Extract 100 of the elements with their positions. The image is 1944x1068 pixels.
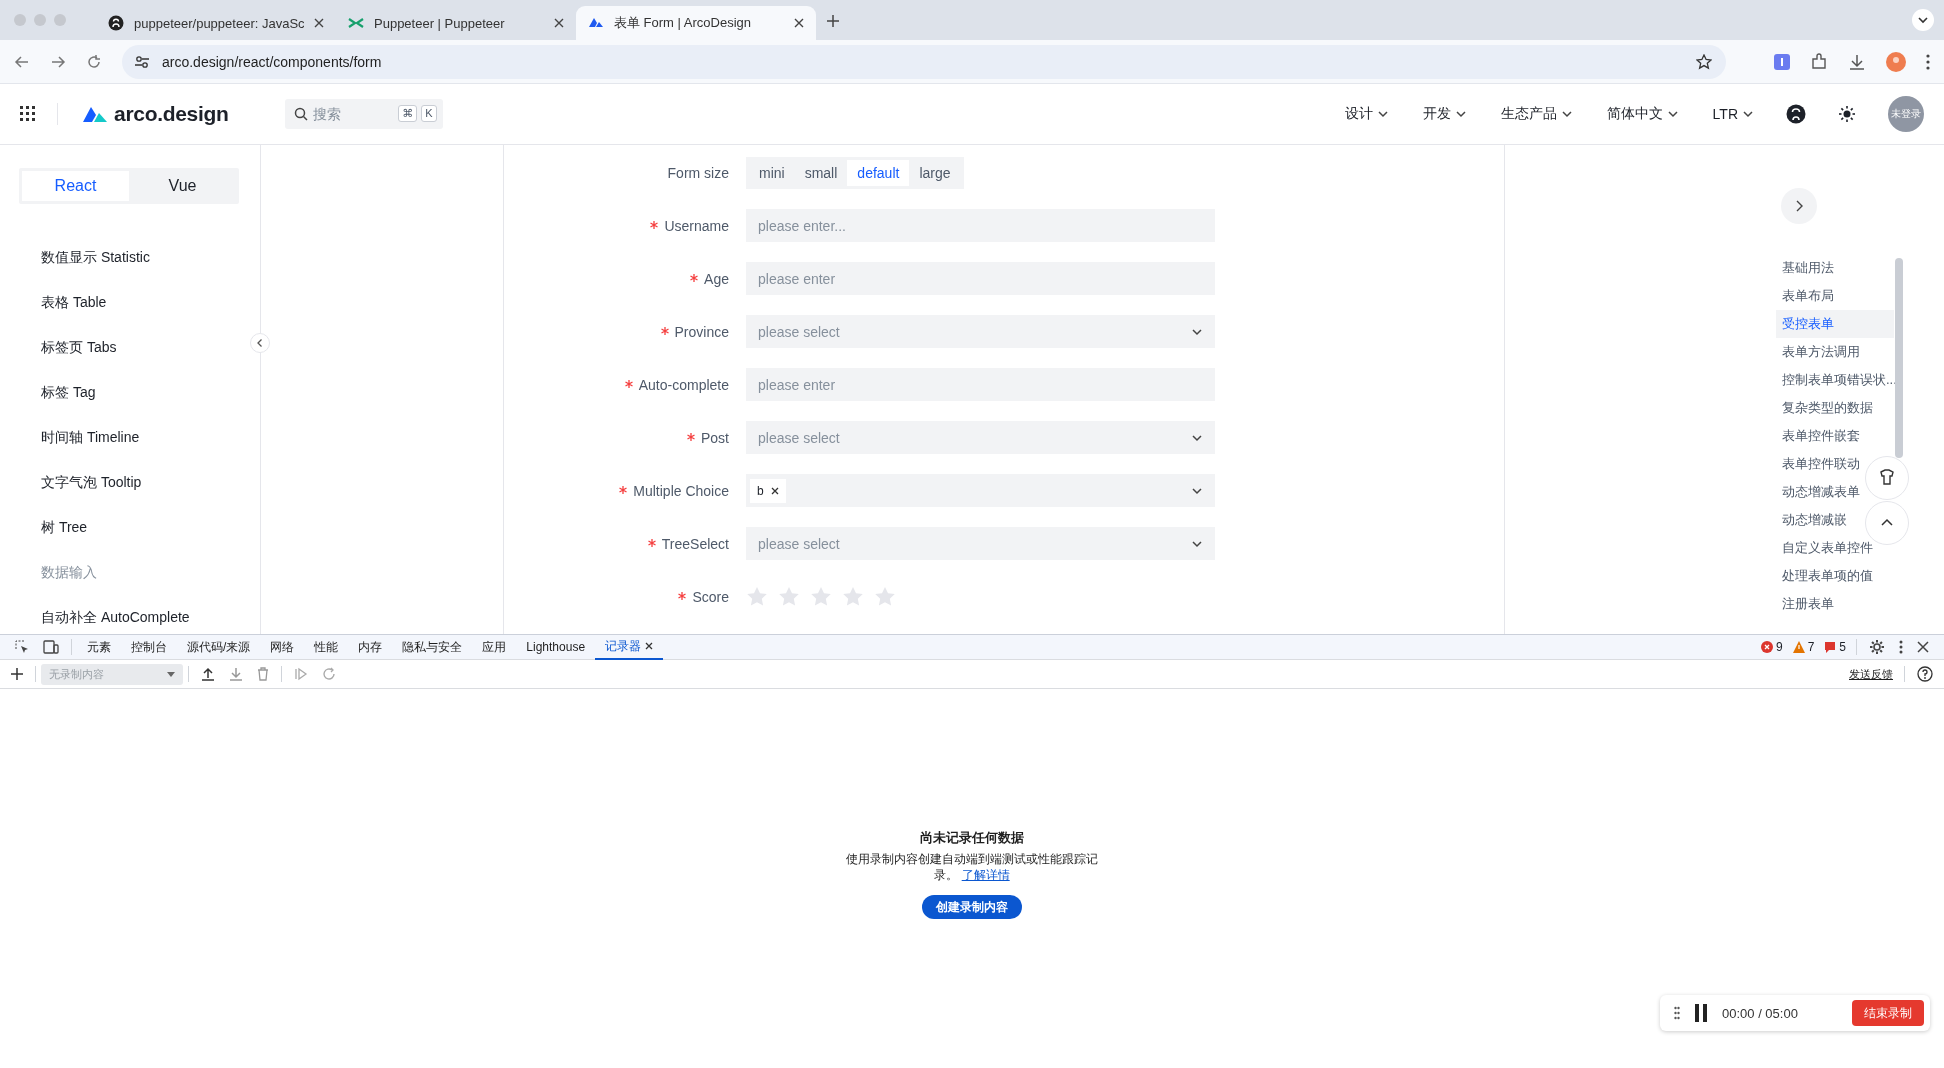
count-badge[interactable]: 5 (1824, 640, 1846, 654)
tune-icon (134, 53, 150, 70)
toc-link[interactable]: 复杂类型的数据 (1776, 394, 1873, 422)
framework-tab[interactable]: Vue (129, 171, 236, 201)
pause-icon[interactable] (1694, 1004, 1708, 1022)
toc-link[interactable]: 动态增减嵌 (1776, 506, 1847, 534)
browser-tab[interactable]: puppeteer/puppeteer: JavaSc (96, 6, 336, 40)
devtools-tab[interactable]: Lighthouse (516, 634, 596, 660)
delete-icon[interactable] (257, 667, 269, 681)
toc-link[interactable]: 表单控件联动 (1776, 450, 1860, 478)
toc-link[interactable]: 表单控件嵌套 (1776, 422, 1860, 450)
devtools-tab[interactable]: 源代码/来源 (177, 634, 261, 660)
scrollbar-thumb[interactable] (1895, 258, 1903, 458)
star-icon[interactable] (1696, 53, 1712, 70)
multi-select-field[interactable]: b (746, 474, 1215, 507)
address-field[interactable]: arco.design/react/components/form (122, 44, 1726, 79)
sidebar-item[interactable]: 树 Tree (19, 505, 260, 550)
sidebar-item[interactable]: 表格 Table (19, 280, 260, 325)
devtools-tab[interactable]: 记录器 (595, 634, 664, 660)
form-label: Form size (666, 164, 730, 181)
devtools-tab[interactable]: 元素 (77, 634, 121, 660)
nav-menu-button[interactable]: 生态产品 (1500, 105, 1573, 123)
stop-recording-button[interactable]: 结束录制 (1852, 1000, 1924, 1026)
chevron-down-icon[interactable] (1912, 9, 1934, 31)
sidebar-item[interactable]: 时间轴 Timeline (19, 415, 260, 460)
devtools-tab[interactable]: 性能 (304, 634, 349, 660)
sun-icon[interactable] (1838, 105, 1856, 123)
nav-menu-button[interactable]: 开发 (1422, 105, 1467, 123)
browser-tab[interactable]: Puppeteer | Puppeteer (336, 6, 576, 40)
size-option[interactable]: large (909, 159, 961, 186)
download-icon[interactable] (1848, 52, 1866, 71)
close-icon (770, 486, 779, 495)
grid-menu-icon[interactable] (20, 105, 37, 123)
github-icon[interactable] (1786, 104, 1806, 124)
toc-link[interactable]: 表单布局 (1776, 282, 1834, 310)
star-icon (810, 585, 832, 608)
text-input[interactable]: please enter (746, 368, 1215, 401)
shirt-icon[interactable] (1865, 456, 1909, 500)
form-label: Auto-complete (638, 376, 729, 393)
framework-tab[interactable]: React (22, 171, 129, 201)
toc-link[interactable]: 控制表单项错误状... (1776, 366, 1897, 394)
toc-link[interactable]: 自定义表单控件 (1776, 534, 1873, 562)
nav-menu-button[interactable]: 简体中文 (1606, 105, 1679, 123)
toc-link[interactable]: 动态增减表单 (1776, 478, 1860, 506)
extension-badge-icon[interactable] (1774, 53, 1790, 70)
plus-icon[interactable] (11, 668, 23, 680)
size-option[interactable]: mini (749, 159, 795, 186)
devtools-tab[interactable]: 控制台 (121, 634, 177, 660)
forward-icon[interactable] (50, 53, 66, 70)
count-badge[interactable]: 9 (1760, 640, 1783, 654)
toc-link[interactable]: 表单方法调用 (1776, 338, 1860, 366)
key-hint: K (421, 105, 437, 122)
close-icon[interactable] (314, 18, 324, 28)
text-input[interactable]: please enter... (746, 209, 1215, 242)
text-input[interactable]: please enter (746, 262, 1215, 295)
more-icon[interactable] (1899, 640, 1903, 654)
back-icon[interactable] (14, 53, 30, 70)
nav-menu-button[interactable]: LTR (1712, 106, 1754, 122)
chevron-down-icon (1560, 108, 1573, 120)
reload-icon[interactable] (86, 53, 102, 70)
close-icon[interactable] (554, 18, 564, 28)
more-icon[interactable] (1926, 53, 1930, 70)
sidebar-item[interactable]: 标签 Tag (19, 370, 260, 415)
inspect-icon[interactable] (15, 640, 29, 654)
close-icon[interactable] (1917, 641, 1929, 653)
sidebar-item[interactable]: 文字气泡 Tooltip (19, 460, 260, 505)
recording-timer: 00:00 / 05:00 (1722, 1005, 1799, 1021)
sidebar-item[interactable]: 标签页 Tabs (19, 325, 260, 370)
form-label: Age (704, 270, 729, 287)
select-tag[interactable]: b (750, 478, 786, 503)
devtools-tab[interactable]: 隐私与安全 (392, 634, 473, 660)
create-recording-button[interactable]: 创建录制内容 (922, 895, 1022, 919)
nav-menu-button[interactable]: 设计 (1344, 105, 1389, 123)
browser-tab[interactable]: 表单 Form | ArcoDesign (576, 6, 816, 40)
learn-more-link[interactable]: 了解详情 (961, 868, 1010, 882)
profile-avatar-icon[interactable] (1886, 51, 1906, 72)
empty-state-text: 使用录制内容创建自动端到端测试或性能跟踪记录。 了解详情 (845, 851, 1099, 883)
count-badge[interactable]: 7 (1792, 640, 1815, 654)
sidebar-item[interactable]: 数值显示 Statistic (19, 235, 260, 280)
sidebar-item[interactable]: 自动补全 AutoComplete (19, 595, 260, 634)
settings-icon[interactable] (1869, 639, 1885, 655)
toc-link[interactable]: 处理表单项的值 (1776, 562, 1873, 590)
devtools-tab[interactable]: 网络 (260, 634, 305, 660)
close-icon[interactable] (794, 18, 804, 28)
size-option[interactable]: small (794, 159, 848, 186)
key-hint: ⌘ (398, 105, 418, 122)
toc-link[interactable]: 基础用法 (1776, 254, 1834, 282)
size-option[interactable]: default (847, 159, 910, 186)
devtools-tab[interactable]: 应用 (472, 634, 517, 660)
site-logo-text[interactable]: arco.design (114, 102, 229, 126)
help-icon[interactable] (1917, 666, 1933, 682)
toc-link[interactable]: 注册表单 (1776, 590, 1834, 618)
form-label: Post (701, 429, 729, 446)
device-icon[interactable] (43, 640, 59, 654)
upload-icon[interactable] (201, 667, 215, 681)
devtools-tab[interactable]: 内存 (348, 634, 393, 660)
puzzle-icon[interactable] (1810, 52, 1828, 71)
feedback-link[interactable]: 发送反馈 (1849, 666, 1893, 682)
star-icon (746, 585, 768, 608)
toc-link[interactable]: 受控表单 (1776, 310, 1894, 338)
